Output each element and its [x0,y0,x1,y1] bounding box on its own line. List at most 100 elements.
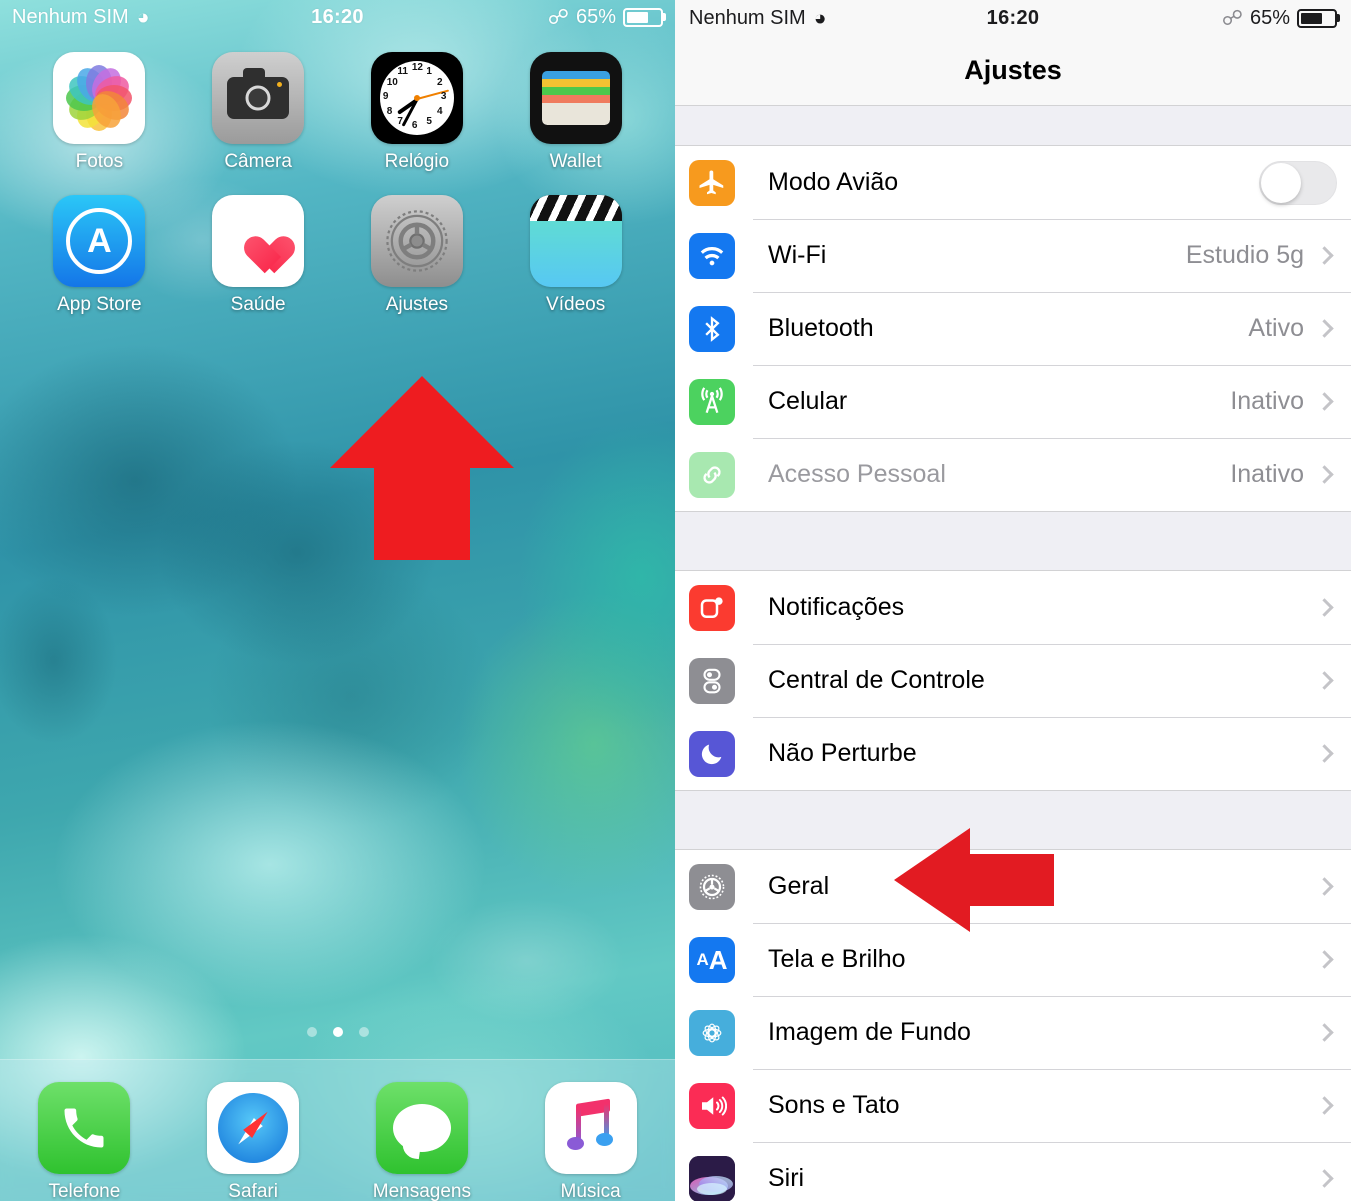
app-store-icon: A [53,195,146,287]
settings-row-siri[interactable]: Siri [675,1142,1351,1201]
display-aa-icon: AA [689,936,735,983]
app-fotos[interactable]: Fotos [36,52,162,173]
chevron-right-icon [1315,671,1334,690]
row-label: Imagem de Fundo [768,1018,971,1046]
dock-row: Telefone Safari Mensagens Música [0,1082,675,1201]
settings-row-sons-e-tato[interactable]: Sons e Tato [675,1069,1351,1142]
app-app-store[interactable]: A App Store [36,195,162,316]
row-label: Notificações [768,593,905,621]
app-label: Wallet [549,151,602,172]
settings-row-nao-perturbe[interactable]: Não Perturbe [675,717,1351,790]
app-videos[interactable]: Vídeos [513,195,639,316]
settings-section-general: Geral AA Tela e Brilho Imagem de Fundo S… [675,850,1351,1201]
hotspot-link-icon [689,451,735,498]
app-label: Safari [228,1181,278,1201]
app-label: Ajustes [385,294,449,315]
settings-gear-icon [370,195,463,287]
bluetooth-icon: ☍ [547,5,569,29]
page-dots [0,1027,675,1037]
wifi-icon: ◕ [136,5,150,29]
app-label: Câmera [224,151,292,172]
control-center-icon [689,657,735,704]
battery-icon [1297,8,1337,28]
wifi-icon: ◕ [813,6,827,30]
photos-icon [53,52,146,144]
chevron-right-icon [1315,1096,1334,1115]
row-value: Estudio 5g [1185,241,1304,269]
dock-app-musica[interactable]: Música [528,1082,654,1201]
app-wallet[interactable]: Wallet [513,52,639,173]
page-dot[interactable] [358,1027,369,1037]
settings-section-notifications: Notificações Central de Controle Não Per… [675,571,1351,790]
safari-compass-icon [207,1082,300,1174]
row-label: Siri [768,1164,805,1192]
section-spacer [675,106,1351,146]
clock-label: 16:20 [311,5,364,28]
app-label: Saúde [230,294,286,315]
gear-icon [689,863,735,910]
app-icon-grid: Fotos Câmera 1 2 3 4 5 6 7 8 9 10 11 12 Relóg [0,34,675,316]
phone-icon [38,1082,131,1174]
settings-row-central-de-controle[interactable]: Central de Controle [675,644,1351,717]
page-dot-active[interactable] [332,1027,343,1037]
app-label: Vídeos [546,294,606,315]
bluetooth-icon [689,305,735,352]
app-relogio[interactable]: 1 2 3 4 5 6 7 8 9 10 11 12 Relógio [354,52,480,173]
settings-row-wifi[interactable]: Wi-Fi Estudio 5g [675,219,1351,292]
page-title: Ajustes [964,55,1062,85]
row-label: Geral [768,872,830,900]
chevron-right-icon [1315,744,1334,763]
app-label: Fotos [75,151,124,172]
bluetooth-icon: ☍ [1221,6,1243,30]
navigation-bar: Ajustes [675,36,1351,106]
settings-row-notificacoes[interactable]: Notificações [675,571,1351,644]
videos-icon [529,195,622,287]
dock-app-telefone[interactable]: Telefone [21,1082,147,1201]
clock-label: 16:20 [986,6,1040,29]
airplane-mode-toggle[interactable] [1259,160,1337,205]
settings-status-bar: Nenhum SIM ◕ 16:20 ☍ 65% [675,0,1351,36]
settings-row-modo-aviao[interactable]: Modo Avião [675,146,1351,219]
app-saude[interactable]: Saúde [195,195,321,316]
clock-icon: 1 2 3 4 5 6 7 8 9 10 11 12 [370,52,463,144]
settings-row-celular[interactable]: Celular Inativo [675,365,1351,438]
row-label: Não Perturbe [768,739,917,767]
dock-app-safari[interactable]: Safari [190,1082,316,1201]
app-row-1: Fotos Câmera 1 2 3 4 5 6 7 8 9 10 11 12 Relóg [20,52,655,173]
wallet-icon [529,52,622,144]
settings-row-imagem-de-fundo[interactable]: Imagem de Fundo [675,996,1351,1069]
row-label: Bluetooth [768,314,874,342]
settings-row-acesso-pessoal[interactable]: Acesso Pessoal Inativo [675,438,1351,511]
speaker-icon [689,1082,735,1129]
airplane-icon [689,159,735,206]
notifications-icon [689,584,735,631]
row-label: Celular [768,387,848,415]
siri-icon [689,1155,735,1201]
battery-icon [623,7,663,27]
messages-bubble-icon [375,1082,468,1174]
app-label: Telefone [48,1181,121,1201]
carrier-label: Nenhum SIM [689,6,806,29]
section-spacer [675,790,1351,850]
battery-percent-label: 65% [575,5,616,28]
chevron-right-icon [1315,1023,1334,1042]
app-camera[interactable]: Câmera [195,52,321,173]
app-label: Mensagens [372,1181,471,1201]
moon-icon [689,730,735,777]
settings-row-bluetooth[interactable]: Bluetooth Ativo [675,292,1351,365]
section-spacer [675,511,1351,571]
chevron-right-icon [1315,319,1334,338]
app-label: Relógio [384,151,450,172]
dock: Telefone Safari Mensagens Música [0,1059,675,1201]
battery-percent-label: 65% [1249,6,1290,29]
page-dot[interactable] [306,1027,317,1037]
app-ajustes[interactable]: Ajustes [354,195,480,316]
settings-row-tela-e-brilho[interactable]: AA Tela e Brilho [675,923,1351,996]
row-label: Acesso Pessoal [768,460,946,488]
dock-app-mensagens[interactable]: Mensagens [359,1082,485,1201]
chevron-right-icon [1315,246,1334,265]
row-label: Modo Avião [768,168,899,196]
carrier-label: Nenhum SIM [12,5,129,28]
chevron-right-icon [1315,392,1334,411]
settings-row-geral[interactable]: Geral [675,850,1351,923]
